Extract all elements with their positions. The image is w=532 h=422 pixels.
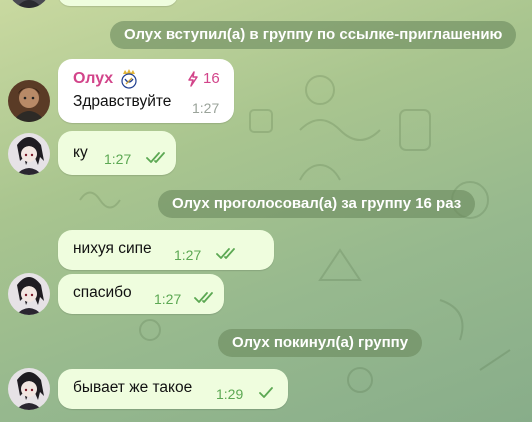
- boost-count: 16: [203, 70, 220, 87]
- sender-name[interactable]: Олух: [73, 70, 113, 88]
- message-time: 1:29: [216, 386, 244, 402]
- real-madrid-badge-icon: [118, 68, 140, 95]
- message-time: 1:27: [174, 247, 202, 263]
- single-check-icon: [259, 387, 273, 398]
- outgoing-message-bubble[interactable]: спасибо 1:27: [58, 274, 224, 314]
- double-check-icon: [146, 152, 165, 163]
- message-text: нихуя сипе: [73, 240, 152, 257]
- message-time: 1:27: [104, 151, 132, 167]
- service-message-boosted: Олух проголосовал(а) за группу 16 раз: [158, 190, 476, 218]
- service-message-joined: Олух вступил(а) в группу по ссылке-пригл…: [110, 21, 517, 49]
- my-avatar[interactable]: [8, 133, 50, 175]
- my-avatar[interactable]: [8, 368, 50, 410]
- sender-avatar-image: [8, 80, 50, 122]
- double-check-icon: [216, 248, 235, 259]
- outgoing-message-bubble[interactable]: ку 1:27: [58, 131, 176, 175]
- message-time: 1:27: [192, 100, 220, 116]
- my-avatar[interactable]: [8, 273, 50, 315]
- message-text: бывает же такое: [73, 379, 193, 396]
- message-time: 1:27: [154, 291, 182, 307]
- message-text: спасибо: [73, 284, 132, 301]
- sender-avatar[interactable]: [8, 80, 50, 122]
- outgoing-message-bubble[interactable]: бывает же такое 1:29: [58, 369, 288, 409]
- message-text: Здравствуйте: [73, 93, 172, 110]
- boost-lightning-icon: [186, 71, 200, 91]
- avatar-partial-top[interactable]: [8, 0, 50, 8]
- outgoing-message-bubble[interactable]: нихуя сипе 1:27: [58, 230, 274, 270]
- incoming-message-bubble[interactable]: Олух 16 Здравствуйте 1:27: [58, 59, 234, 123]
- service-message-left: Олух покинул(а) группу: [218, 329, 423, 357]
- message-text: ку: [73, 144, 88, 161]
- message-bubble-partial-top[interactable]: [58, 0, 178, 6]
- double-check-icon: [194, 292, 213, 303]
